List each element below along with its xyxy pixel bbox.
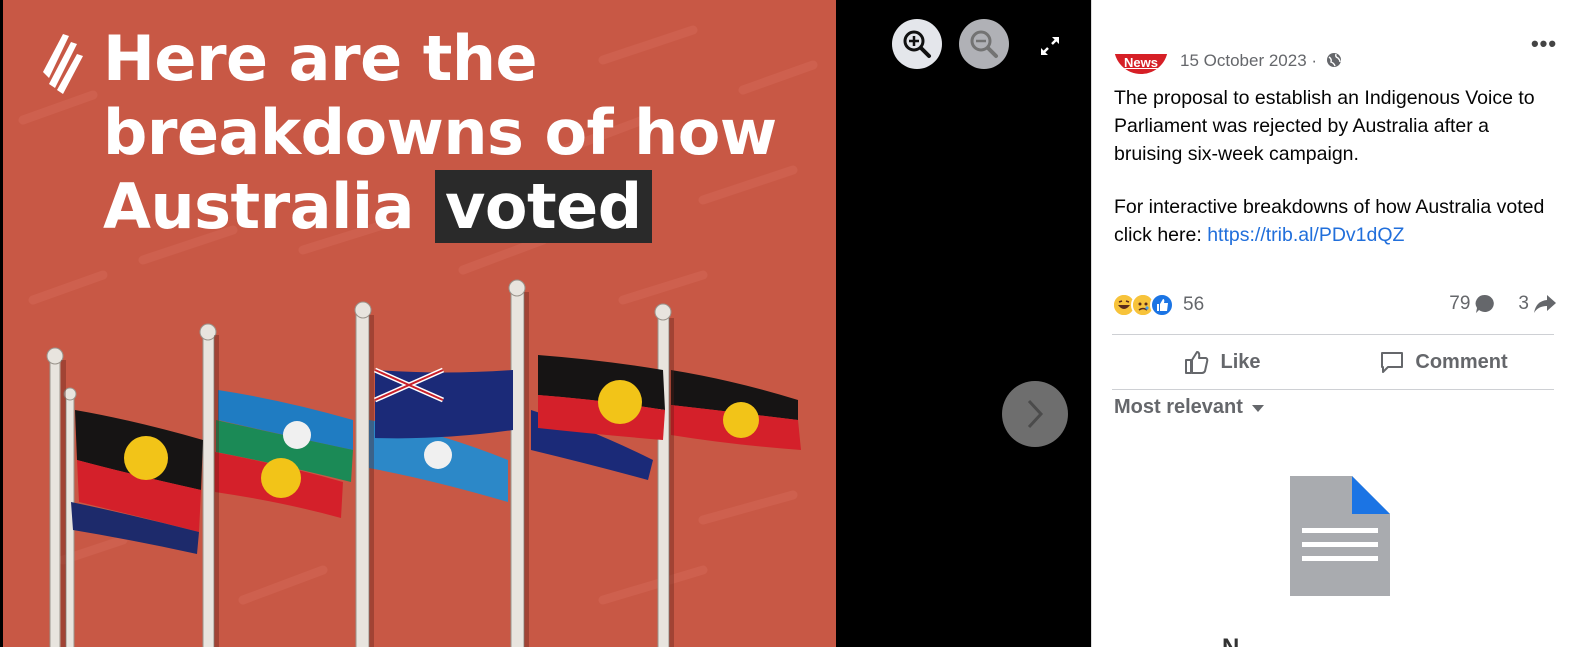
- post-link[interactable]: https://trib.al/PDv1dQZ: [1207, 224, 1404, 246]
- reactions-summary[interactable]: 56: [1112, 291, 1204, 319]
- sbs-logo: [43, 34, 83, 94]
- post-panel: News 15 October 2023 · ••• The proposal …: [1091, 0, 1587, 647]
- engagement-counts: 79 3: [1449, 293, 1557, 315]
- comment-icon: [1381, 352, 1404, 373]
- flags-illustration: [46, 279, 801, 647]
- post-paragraph-2: For interactive breakdowns of how Austra…: [1114, 193, 1554, 249]
- caret-down-icon: [1251, 404, 1264, 412]
- no-comments-document-icon: [1290, 476, 1390, 596]
- comment-button[interactable]: Comment: [1333, 336, 1554, 388]
- headline-line-3: Australia: [103, 170, 414, 243]
- share-arrow-icon: [1534, 295, 1556, 313]
- reaction-count: 56: [1183, 294, 1205, 315]
- like-label: Like: [1220, 350, 1261, 373]
- headline-highlight: voted: [435, 170, 652, 243]
- post-actions: Like Comment: [1112, 336, 1554, 388]
- globe-icon: [1326, 53, 1341, 67]
- headline-line-2: breakdowns of how: [103, 96, 777, 169]
- zoom-out-icon: [970, 30, 998, 58]
- post-date-text: 15 October 2023 ·: [1180, 51, 1318, 70]
- chevron-right-icon: [1027, 399, 1044, 429]
- zoom-in-icon: [903, 30, 931, 58]
- headline-line-1: Here are the: [103, 22, 538, 95]
- comment-bubble-icon: [1476, 294, 1495, 313]
- photo-viewer: Here are the breakdowns of how Australia…: [0, 0, 1091, 647]
- more-options-button[interactable]: •••: [1529, 32, 1559, 56]
- like-button[interactable]: Like: [1112, 336, 1333, 388]
- post-paragraph-1: The proposal to establish an Indigenous …: [1114, 87, 1535, 165]
- avatar-label: News: [1124, 55, 1158, 70]
- comment-count[interactable]: 79: [1449, 293, 1470, 315]
- no-comments-text: N: [1222, 634, 1241, 647]
- post-image[interactable]: Here are the breakdowns of how Australia…: [3, 0, 836, 647]
- zoom-out-button[interactable]: [959, 19, 1009, 69]
- divider-top: [1112, 334, 1554, 335]
- like-reaction-icon: [1150, 293, 1174, 317]
- next-photo-button[interactable]: [1002, 381, 1068, 447]
- post-text: The proposal to establish an Indigenous …: [1114, 84, 1554, 249]
- post-date[interactable]: 15 October 2023 ·: [1180, 51, 1342, 71]
- comment-label: Comment: [1415, 350, 1508, 373]
- thumbs-up-icon: [1185, 351, 1209, 374]
- divider-bottom: [1112, 389, 1554, 390]
- zoom-in-button[interactable]: [892, 19, 942, 69]
- comment-sort-dropdown[interactable]: Most relevant: [1114, 396, 1265, 419]
- fullscreen-button[interactable]: [1034, 30, 1066, 62]
- expand-icon: [1041, 37, 1059, 55]
- share-count[interactable]: 3: [1518, 293, 1529, 315]
- image-headline: Here are the breakdowns of how Australia…: [103, 22, 777, 244]
- page-avatar[interactable]: News: [1114, 54, 1168, 74]
- sort-label: Most relevant: [1114, 396, 1243, 418]
